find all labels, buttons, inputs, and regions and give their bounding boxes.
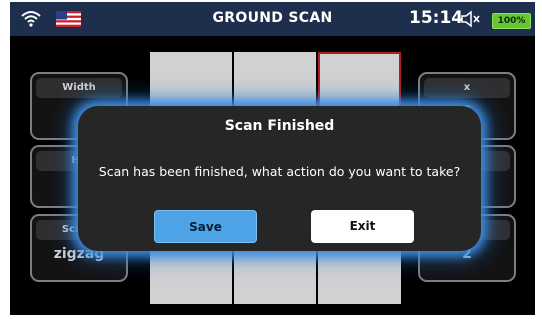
clock: 15:14 [409,8,464,28]
scan-finished-dialog: Scan Finished Scan has been finished, wh… [78,106,481,251]
save-button[interactable]: Save [154,210,257,243]
dialog-title: Scan Finished [224,118,335,134]
dialog-message: Scan has been finished, what action do y… [98,164,461,179]
battery-icon: 100% [492,13,531,29]
status-bar: GROUND SCAN 15:14 100% [10,2,535,36]
exit-button[interactable]: Exit [311,210,414,243]
speaker-muted-icon[interactable] [460,10,482,28]
device-screen: GROUND SCAN 15:14 100% Width He Scan I z… [10,2,535,315]
